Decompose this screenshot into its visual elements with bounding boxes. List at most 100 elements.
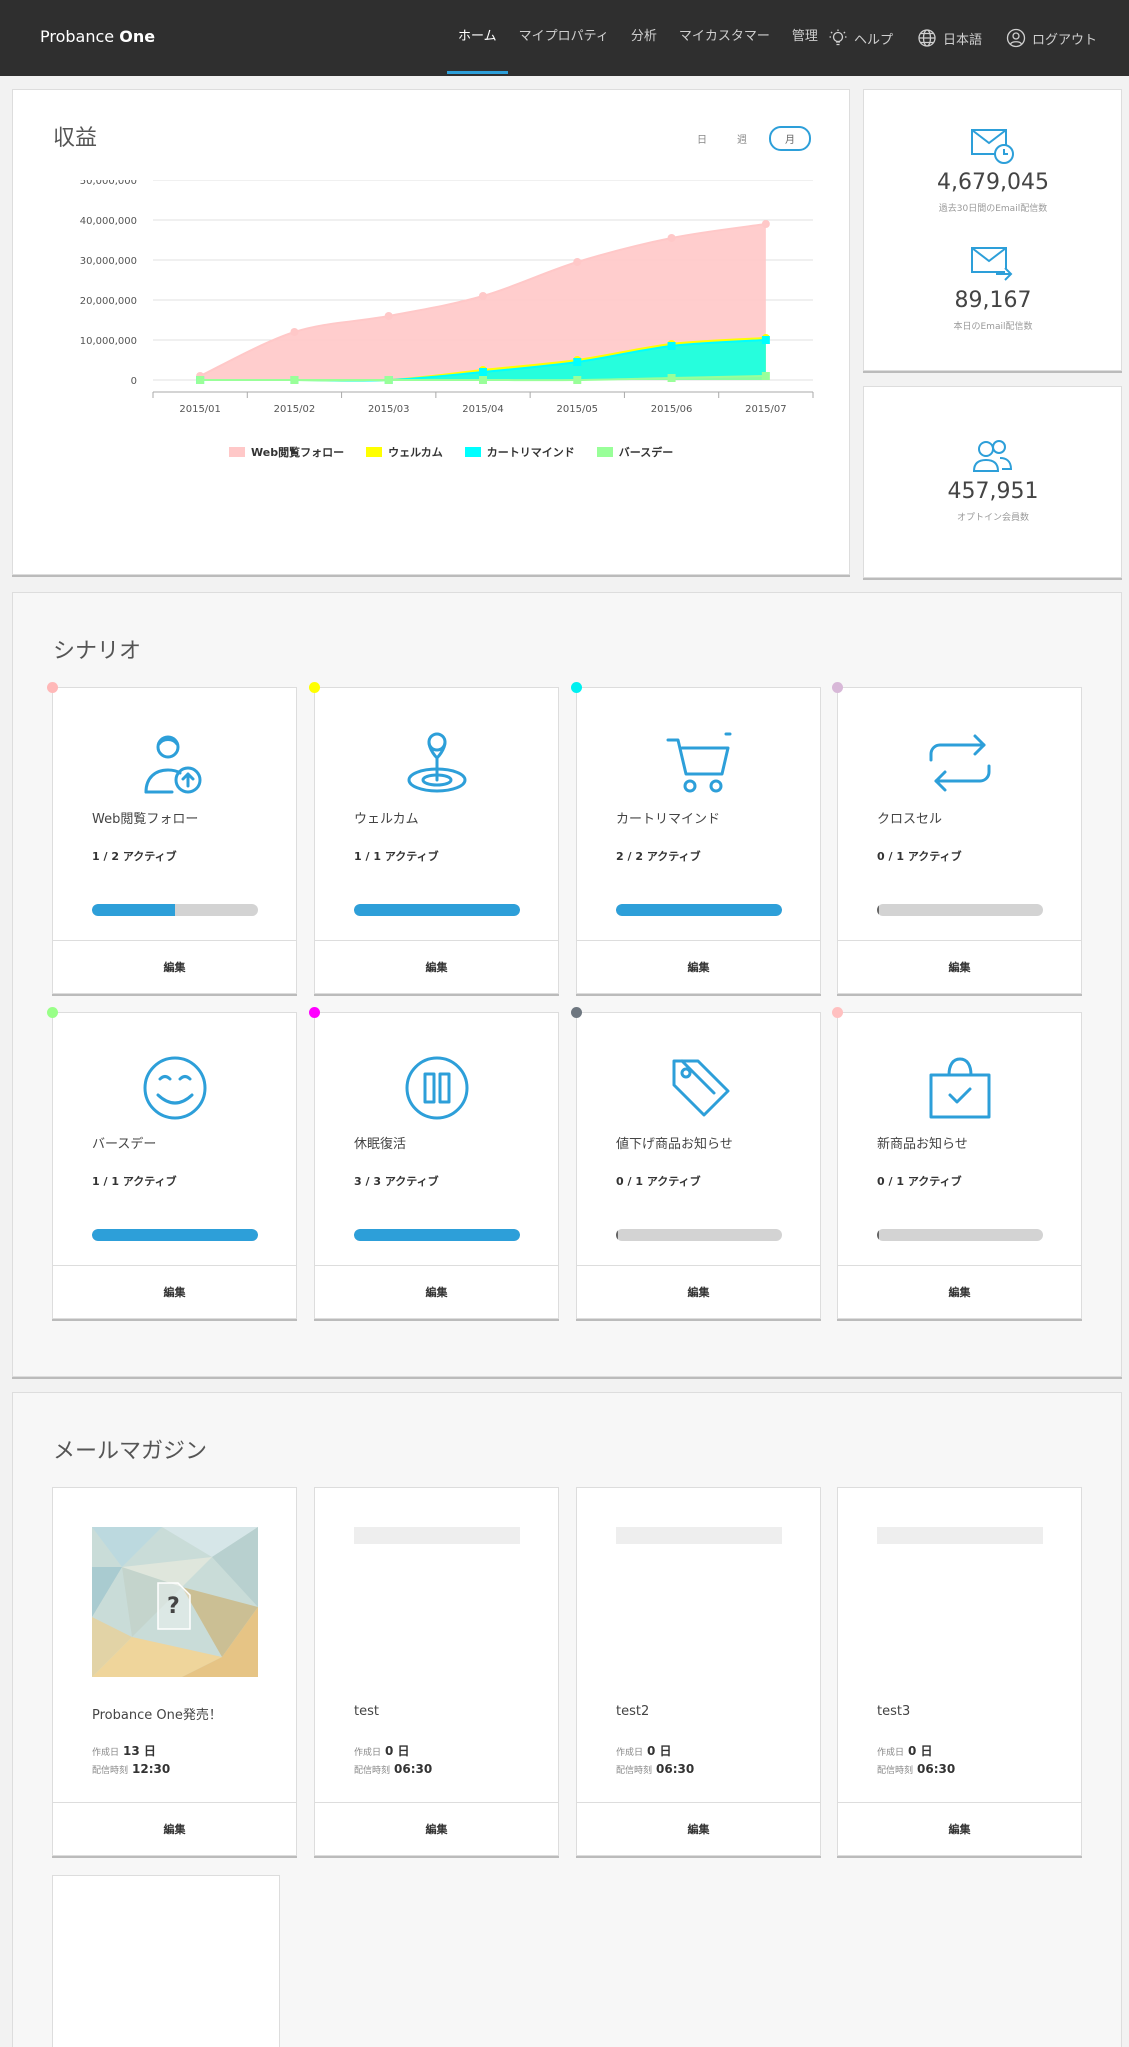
stat-label: 本日のEmail配信数 <box>953 322 1033 332</box>
scenario-progress-bar <box>877 1229 1043 1241</box>
stat-sent-today: 89,167 本日のEmail配信数 <box>864 244 1122 332</box>
shopping-bag-icon <box>929 1057 990 1119</box>
swap-arrows-icon <box>929 734 990 792</box>
edit-button[interactable]: 編集 <box>838 940 1081 993</box>
sent-value: 06:30 <box>917 1762 956 1776</box>
edit-button[interactable]: 編集 <box>577 1802 820 1855</box>
edit-button[interactable]: 編集 <box>577 940 820 993</box>
scenario-title: シナリオ <box>53 639 142 664</box>
scenario-card[interactable]: 値下げ商品お知らせ 0 / 1 アクティブ 編集 <box>571 1007 821 1319</box>
data-point[interactable] <box>290 328 299 336</box>
data-point[interactable] <box>479 376 487 384</box>
sent-label: 配信時刻 <box>877 1766 914 1776</box>
scenario-name: バースデー <box>92 1137 157 1152</box>
mail-card-new[interactable] <box>52 1875 280 2047</box>
mail-sent-time: 配信時刻 12:30 <box>92 1762 170 1776</box>
data-point[interactable] <box>384 376 393 384</box>
nav-analysis[interactable]: 分析 <box>620 0 668 76</box>
sent-value: 06:30 <box>656 1762 695 1776</box>
scenario-card[interactable]: クロスセル 0 / 1 アクティブ 編集 <box>832 682 1082 994</box>
edit-button[interactable]: 編集 <box>53 1802 296 1855</box>
y-tick-label: 50,000,000 <box>80 180 137 187</box>
scenario-progress-bar <box>616 1229 782 1241</box>
help-label: ヘルプ <box>853 32 893 48</box>
scenario-progress-bar <box>616 904 782 916</box>
legend-swatch <box>366 447 383 457</box>
stat-optin: 457,951 オプトイン会員数 <box>864 435 1122 523</box>
data-point[interactable] <box>761 372 770 380</box>
nav-home[interactable]: ホーム <box>447 0 508 76</box>
status-dot <box>832 682 843 693</box>
created-value: 0 日 <box>385 1744 410 1758</box>
scenario-panel: シナリオ Web閲覧フォロー 1 / 2 アクティブ 編集 ウェルカム 1 / 1 アク… <box>12 592 1122 1377</box>
status-dot <box>47 1007 58 1018</box>
scenario-card[interactable]: カートリマインド 2 / 2 アクティブ 編集 <box>571 682 821 994</box>
edit-button[interactable]: 編集 <box>838 1265 1081 1318</box>
created-label: 作成日 <box>616 1748 644 1758</box>
data-point[interactable] <box>761 336 770 344</box>
mail-sent-time: 配信時刻 06:30 <box>354 1762 432 1776</box>
data-point[interactable] <box>667 342 676 350</box>
progress-fill <box>877 1229 879 1241</box>
legend-item[interactable]: Web閲覧フォロー <box>229 444 344 460</box>
status-dot <box>571 682 582 693</box>
scenario-progress-bar <box>92 1229 258 1241</box>
edit-button[interactable]: 編集 <box>315 1802 558 1855</box>
price-tag-icon <box>672 1059 729 1117</box>
scenario-card[interactable]: Web閲覧フォロー 1 / 2 アクティブ 編集 <box>47 682 297 994</box>
nav-my-property[interactable]: マイプロパティ <box>508 0 620 76</box>
x-tick-label: 2015/02 <box>274 404 316 415</box>
language-selector[interactable]: 日本語 <box>917 28 982 48</box>
mail-card[interactable]: test2 作成日 0 日配信時刻 06:30 編集 <box>576 1487 821 1856</box>
data-point[interactable] <box>667 234 676 242</box>
scenario-card[interactable]: ウェルカム 1 / 1 アクティブ 編集 <box>309 682 559 994</box>
mail-card[interactable]: test 作成日 0 日配信時刻 06:30 編集 <box>314 1487 559 1856</box>
edit-button[interactable]: 編集 <box>838 1802 1081 1855</box>
data-point[interactable] <box>761 220 770 228</box>
cart-icon <box>666 732 731 793</box>
scenario-card[interactable]: 新商品お知らせ 0 / 1 アクティブ 編集 <box>832 1007 1082 1319</box>
data-point[interactable] <box>479 368 487 376</box>
data-point[interactable] <box>290 376 299 384</box>
progress-fill <box>354 904 520 916</box>
legend-label: バースデー <box>618 446 674 459</box>
chart-legend: Web閲覧フォロー ウェルカム カートリマインド バースデー <box>229 444 673 460</box>
data-point[interactable] <box>384 312 393 320</box>
mail-card[interactable]: test3 作成日 0 日配信時刻 06:30 編集 <box>837 1487 1082 1856</box>
period-day[interactable]: 日 <box>689 128 715 149</box>
scenario-card[interactable]: バースデー 1 / 1 アクティブ編集 <box>47 1007 297 1319</box>
mail-thumbnail: ? <box>92 1527 258 1677</box>
legend-item[interactable]: カートリマインド <box>464 444 575 460</box>
legend-item[interactable]: ウェルカム <box>366 444 443 460</box>
edit-button[interactable]: 編集 <box>315 1265 558 1318</box>
nav-admin[interactable]: 管理 <box>781 0 829 76</box>
scenario-active-count: 1 / 1 アクティブ <box>92 1175 177 1188</box>
edit-button[interactable]: 編集 <box>315 940 558 993</box>
mail-card[interactable]: ? Probance One発売！ 作成日 13 日配信時刻 12:30 編集 <box>52 1487 297 1856</box>
data-point[interactable] <box>573 358 582 366</box>
data-point[interactable] <box>573 258 582 266</box>
smile-icon <box>143 1056 206 1120</box>
scenario-progress-bar <box>92 904 258 916</box>
edit-button[interactable]: 編集 <box>53 1265 296 1318</box>
period-month[interactable]: 月 <box>769 126 811 151</box>
progress-fill <box>616 904 782 916</box>
brand-logo[interactable]: Probance One <box>40 27 155 46</box>
data-point[interactable] <box>667 374 676 382</box>
mail-clock-icon <box>971 129 1014 164</box>
data-point[interactable] <box>573 376 582 384</box>
globe-icon <box>918 29 936 47</box>
scenario-card[interactable]: 休眠復活 3 / 3 アクティブ 編集 <box>309 1007 559 1319</box>
data-point[interactable] <box>479 292 487 300</box>
nav-my-customer[interactable]: マイカスタマー <box>668 0 781 76</box>
created-label: 作成日 <box>92 1748 120 1758</box>
legend-item[interactable]: バースデー <box>596 444 674 460</box>
edit-button[interactable]: 編集 <box>53 940 296 993</box>
revenue-title: 収益 <box>53 126 98 151</box>
data-point[interactable] <box>196 376 205 384</box>
edit-button[interactable]: 編集 <box>577 1265 820 1318</box>
help-link[interactable]: ヘルプ <box>828 28 893 48</box>
logout-link[interactable]: ログアウト <box>1006 28 1097 48</box>
period-week[interactable]: 週 <box>729 128 755 149</box>
mail-forward-icon <box>971 247 1013 281</box>
